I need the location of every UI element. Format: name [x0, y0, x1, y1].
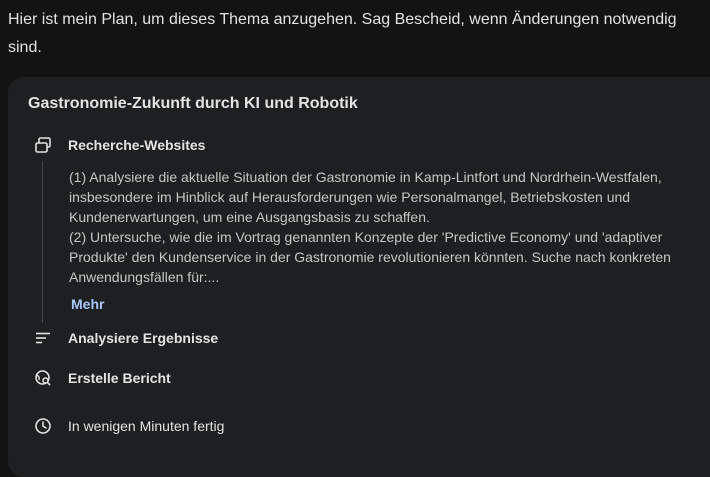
- step-create-report: Erstelle Bericht: [34, 368, 171, 388]
- timeline-divider: [42, 161, 43, 323]
- intro-message: Hier ist mein Plan, um dieses Thema anzu…: [8, 11, 677, 56]
- duration-info: In wenigen Minuten fertig: [34, 416, 224, 436]
- step-analyze-results: Analysiere Ergebnisse: [34, 328, 218, 348]
- step-label: Analysiere Ergebnisse: [68, 330, 219, 346]
- description-text: (1) Analysiere die aktuelle Situation de…: [69, 169, 671, 285]
- plan-description: (1) Analysiere die aktuelle Situation de…: [69, 167, 709, 287]
- clock-icon: [34, 417, 52, 435]
- plan-title: Gastronomie-Zukunft durch KI und Robotik: [28, 95, 358, 112]
- globe-search-icon: [34, 369, 52, 387]
- research-plan-card: Gastronomie-Zukunft durch KI und Robotik…: [8, 77, 710, 477]
- web-research-icon: [34, 136, 52, 154]
- step-label: Erstelle Bericht: [68, 370, 171, 386]
- step-label: Recherche-Websites: [68, 137, 206, 153]
- more-button[interactable]: Mehr: [71, 296, 104, 312]
- lines-icon: [34, 329, 52, 347]
- step-research-websites: Recherche-Websites: [34, 135, 205, 155]
- duration-label: In wenigen Minuten fertig: [68, 418, 225, 434]
